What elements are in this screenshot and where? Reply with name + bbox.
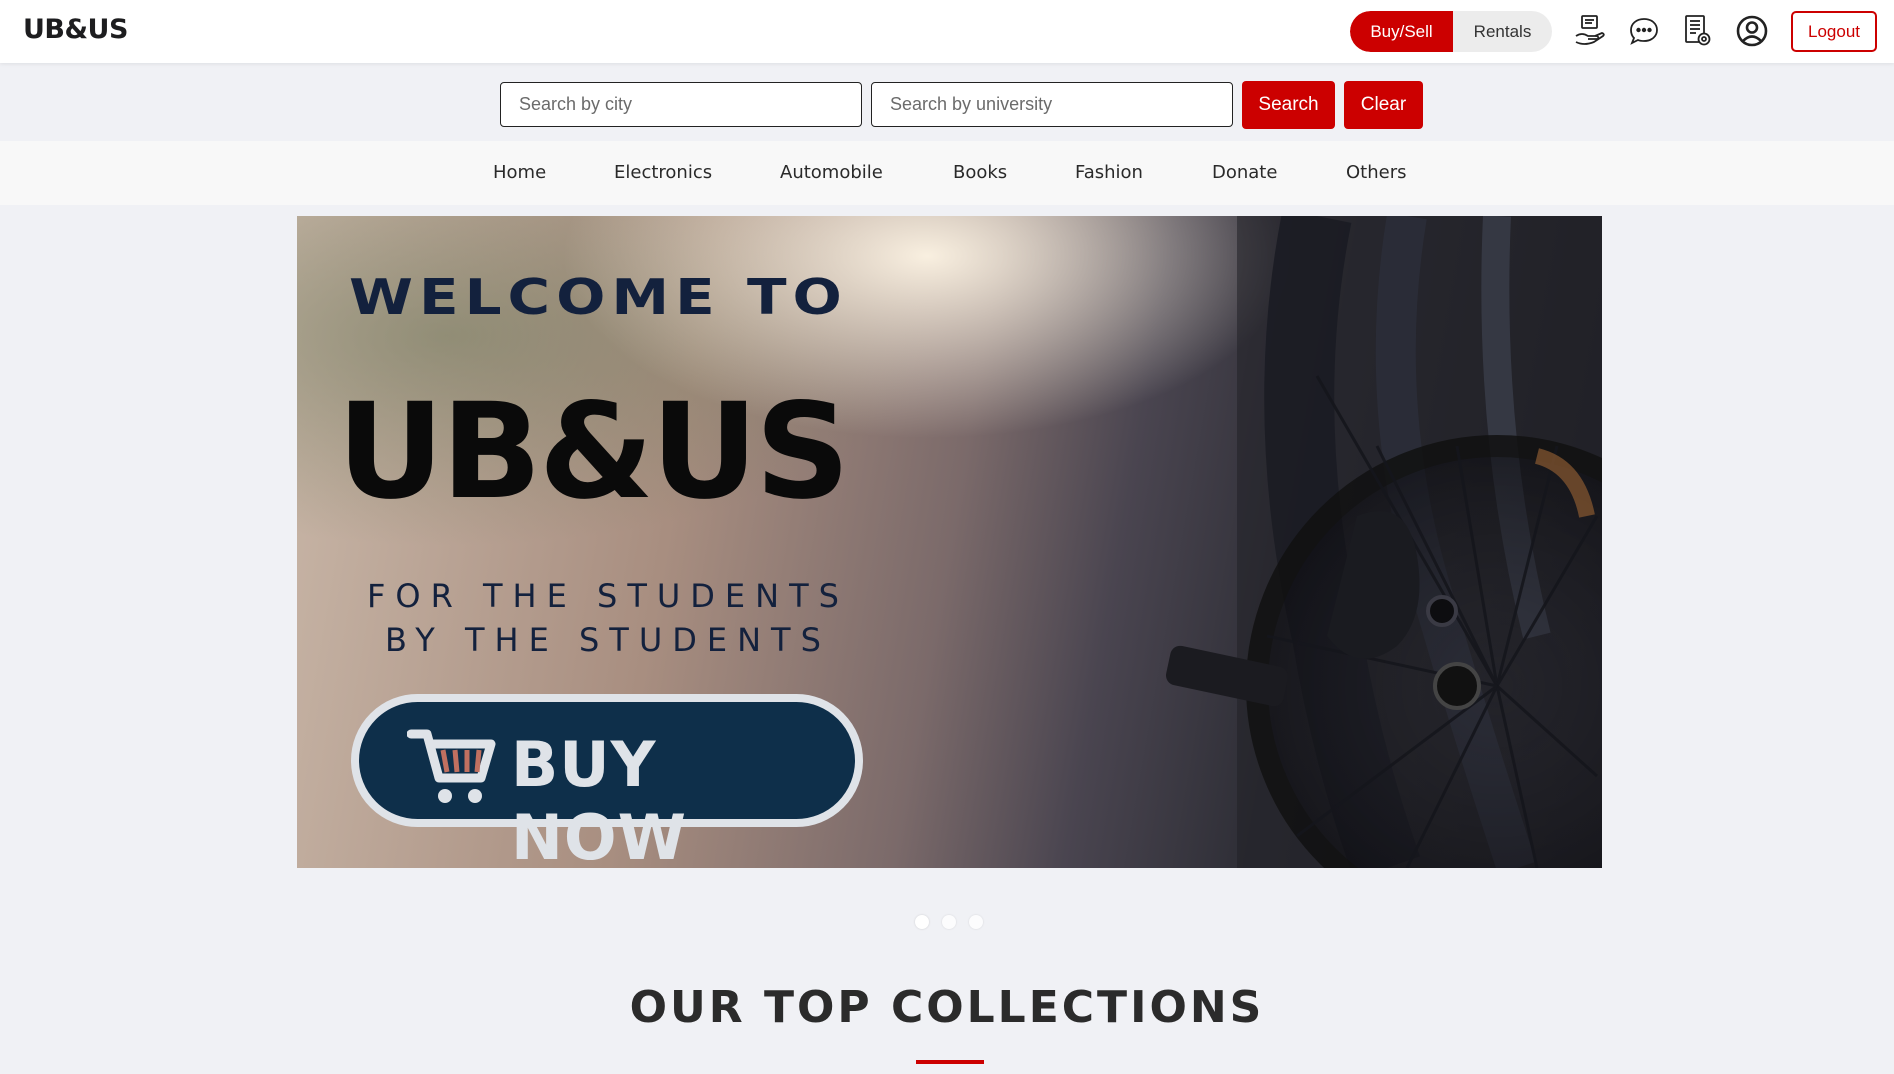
buy-now-label: BUY NOW: [511, 728, 687, 868]
carousel-dot-3[interactable]: [969, 915, 983, 929]
rentals-toggle[interactable]: Rentals: [1453, 11, 1552, 52]
hero-carousel-slide[interactable]: WELCOME TO UB&US FOR THE STUDENTS BY THE…: [297, 216, 1602, 868]
nav-others[interactable]: Others: [1346, 162, 1407, 183]
top-header: UB&US Buy/Sell Rentals Logout: [0, 0, 1894, 63]
nav-books[interactable]: Books: [953, 162, 1007, 183]
section-title: OUR TOP COLLECTIONS: [629, 982, 1265, 1033]
university-search-input[interactable]: [871, 82, 1233, 127]
section-title-underline: [916, 1060, 984, 1064]
nav-donate[interactable]: Donate: [1212, 162, 1277, 183]
hero-tagline: FOR THE STUDENTS BY THE STUDENTS: [367, 574, 849, 662]
sell-item-icon[interactable]: [1572, 13, 1608, 49]
tagline-line-1: FOR THE STUDENTS: [367, 577, 849, 615]
carousel-dot-2[interactable]: [942, 915, 956, 929]
nav-fashion[interactable]: Fashion: [1075, 162, 1143, 183]
buy-now-button[interactable]: BUY NOW: [351, 694, 863, 868]
city-search-input[interactable]: [500, 82, 862, 127]
cart-icon: [407, 729, 496, 803]
search-button[interactable]: Search: [1242, 81, 1335, 129]
clear-button[interactable]: Clear: [1344, 81, 1423, 129]
hero-brand-text: UB&US: [337, 375, 850, 529]
nav-electronics[interactable]: Electronics: [614, 162, 712, 183]
buy-sell-toggle[interactable]: Buy/Sell: [1350, 11, 1453, 52]
hero-welcome-text: WELCOME TO: [349, 268, 848, 326]
logout-button[interactable]: Logout: [1791, 11, 1877, 52]
carousel-dot-1[interactable]: [915, 915, 929, 929]
brand-logo[interactable]: UB&US: [23, 14, 128, 45]
profile-icon[interactable]: [1734, 13, 1770, 49]
chat-icon[interactable]: [1626, 13, 1662, 49]
tagline-line-2: BY THE STUDENTS: [385, 621, 831, 659]
orders-icon[interactable]: [1680, 13, 1716, 49]
bicycle-image: [1166, 216, 1602, 868]
mode-toggle: Buy/Sell Rentals: [1350, 11, 1552, 52]
category-nav: Home Electronics Automobile Books Fashio…: [0, 141, 1894, 205]
nav-automobile[interactable]: Automobile: [780, 162, 883, 183]
nav-home[interactable]: Home: [493, 162, 546, 183]
